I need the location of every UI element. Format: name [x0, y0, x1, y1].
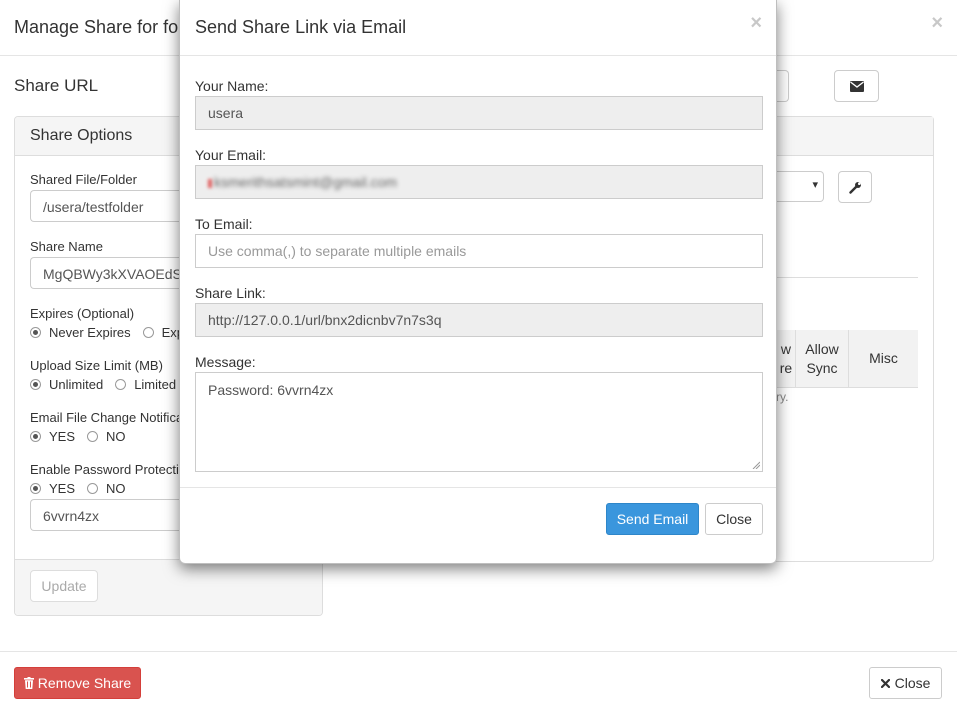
- chevron-down-icon: ▾: [812, 179, 818, 191]
- upload-limit-label: Upload Size Limit (MB): [30, 358, 163, 373]
- dialog-close-button[interactable]: Close: [705, 503, 763, 535]
- wrench-icon: [848, 181, 861, 194]
- dialog-close-x[interactable]: ×: [750, 12, 762, 35]
- dialog-title: Send Share Link via Email: [195, 17, 407, 37]
- trash-icon: [23, 677, 34, 689]
- email-change-radio-group: YES NO: [30, 429, 126, 444]
- to-email-input[interactable]: Use comma(,) to separate multiple emails: [195, 234, 763, 268]
- table-note: ry.: [776, 390, 789, 404]
- manage-share-close-button[interactable]: Close: [869, 667, 942, 699]
- expires-label: Expires (Optional): [30, 306, 135, 321]
- dialog-header-divider: [180, 55, 776, 56]
- update-button[interactable]: Update: [30, 570, 98, 602]
- upload-limit-radio-group: Unlimited Limited: [30, 377, 176, 392]
- blur-mark: [208, 178, 212, 188]
- send-share-link-dialog: Send Share Link via Email × Your Name: u…: [179, 0, 777, 564]
- your-name-input[interactable]: usera: [195, 96, 763, 130]
- expires-radio-group: Never Expires Exp: [30, 325, 184, 340]
- manage-share-close-x[interactable]: ×: [931, 12, 943, 35]
- close-label: Close: [894, 675, 931, 691]
- email-change-no-radio[interactable]: [87, 431, 99, 442]
- your-email-value: ksmerithsatsmint@gmail.com: [214, 174, 398, 190]
- unlimited-text: Unlimited: [49, 377, 104, 392]
- unlimited-radio[interactable]: [30, 379, 41, 390]
- dialog-footer-divider: [180, 487, 776, 488]
- share-url-label: Share URL: [14, 76, 99, 95]
- email-change-yes-text: YES: [49, 429, 76, 444]
- share-permissions-header: [776, 117, 933, 156]
- email-change-no-text: NO: [106, 429, 126, 444]
- shared-file-label: Shared File/Folder: [30, 172, 137, 187]
- password-no-text: NO: [106, 481, 126, 496]
- footer-divider: [0, 651, 957, 652]
- email-change-yes-radio[interactable]: [30, 431, 41, 442]
- password-no-radio[interactable]: [87, 483, 99, 494]
- permission-select[interactable]: ▾: [776, 171, 824, 202]
- email-change-label: Email File Change Notifica: [30, 410, 184, 425]
- remove-share-label: Remove Share: [37, 675, 132, 691]
- password-protect-radio-group: YES NO: [30, 481, 126, 496]
- limited-text: Limited: [134, 377, 177, 392]
- send-email-button[interactable]: Send Email: [606, 503, 699, 535]
- settings-wrench-button[interactable]: [838, 171, 872, 203]
- message-text: Password: 6vvrn4zx: [208, 382, 334, 398]
- expires-on-radio[interactable]: [142, 327, 154, 338]
- your-email-input[interactable]: ksmerithsatsmint@gmail.com: [195, 165, 763, 199]
- remove-share-button[interactable]: Remove Share: [14, 667, 141, 699]
- share-name-label: Share Name: [30, 239, 103, 254]
- times-icon: [880, 678, 890, 688]
- never-expires-radio[interactable]: [30, 327, 41, 338]
- to-email-label: To Email:: [195, 216, 253, 232]
- resize-grip-icon[interactable]: [752, 461, 760, 469]
- password-yes-radio[interactable]: [30, 483, 41, 494]
- password-yes-text: YES: [49, 481, 76, 496]
- share-options-title: Share Options: [30, 127, 133, 144]
- col-header-partial: w re: [779, 340, 793, 376]
- share-link-input[interactable]: http://127.0.0.1/url/bnx2dicnbv7n7s3q: [195, 303, 763, 337]
- share-options-footer: Update: [15, 559, 322, 615]
- envelope-icon: [849, 80, 864, 92]
- limited-radio[interactable]: [115, 379, 127, 390]
- col-header-allow-sync: Allow Sync: [805, 340, 839, 376]
- permissions-divider: [776, 277, 918, 278]
- message-label: Message:: [195, 354, 256, 370]
- message-textarea[interactable]: Password: 6vvrn4zx: [195, 372, 763, 472]
- never-expires-text: Never Expires: [49, 325, 131, 340]
- your-email-label: Your Email:: [195, 147, 267, 163]
- email-share-button[interactable]: [834, 70, 879, 102]
- col-header-misc: Misc: [869, 350, 898, 366]
- share-link-label: Share Link:: [195, 285, 266, 301]
- your-name-label: Your Name:: [195, 78, 269, 94]
- manage-share-title: Manage Share for fo: [14, 17, 179, 37]
- password-protect-label: Enable Password Protecti: [30, 462, 179, 477]
